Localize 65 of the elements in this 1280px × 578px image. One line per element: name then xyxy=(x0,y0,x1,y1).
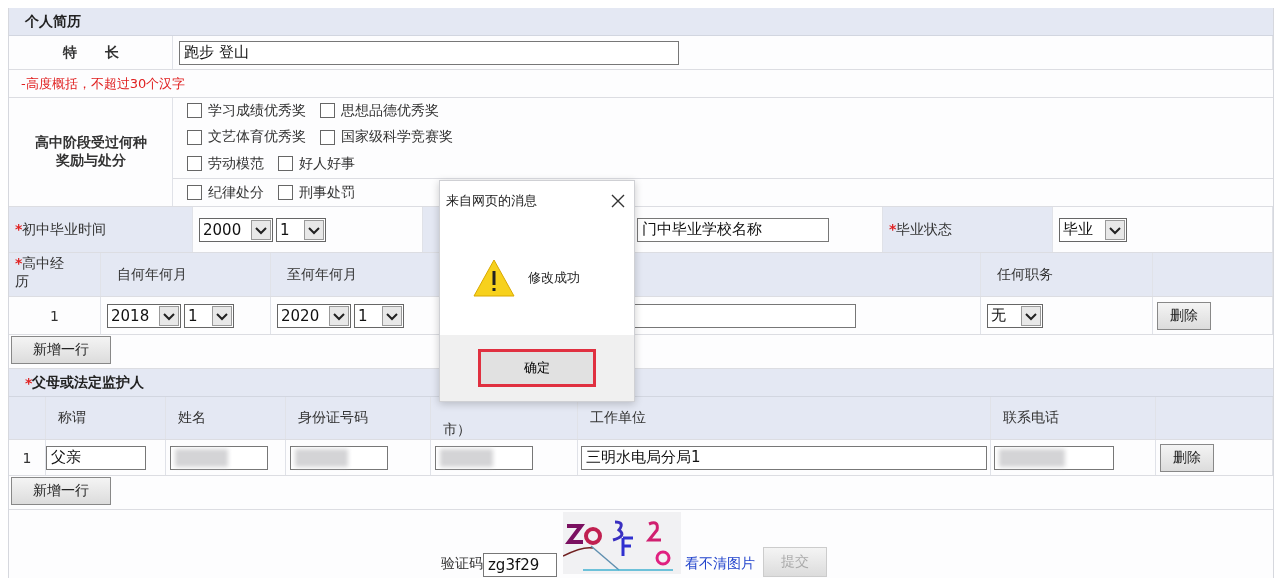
text-field[interactable] xyxy=(994,445,1114,470)
text-field[interactable]: zg3f29 xyxy=(483,553,557,577)
field-label: 验证码 xyxy=(441,555,483,573)
text-field[interactable]: 三明水电局分局1 xyxy=(581,445,987,470)
text-field[interactable]: 父亲 xyxy=(46,445,146,470)
blurred-value xyxy=(175,448,228,467)
chevron-down-icon xyxy=(1021,305,1041,326)
field-label: *高中经历 xyxy=(15,255,66,291)
close-icon[interactable] xyxy=(610,193,626,209)
text-field[interactable] xyxy=(290,445,388,470)
checkbox-option[interactable]: 好人好事 xyxy=(278,154,355,173)
chevron-down-icon xyxy=(212,305,232,326)
field-label: 特 长 xyxy=(62,43,119,62)
delete-button[interactable]: 删除 xyxy=(1160,443,1214,472)
month-select[interactable]: 1 xyxy=(354,303,404,328)
column-header: 市） xyxy=(443,421,471,439)
section-header: 个人简历 xyxy=(9,8,1273,36)
field-label: *毕业状态 xyxy=(889,220,953,239)
blurred-value xyxy=(440,448,493,467)
checkbox-option[interactable]: 纪律处分 xyxy=(187,183,264,202)
delete-button[interactable]: 删除 xyxy=(1157,301,1211,330)
field-label: *初中毕业时间 xyxy=(15,220,107,239)
ok-button[interactable]: 确定 xyxy=(478,349,596,387)
text-field[interactable] xyxy=(435,445,533,470)
chevron-down-icon xyxy=(159,305,179,326)
checkbox-option[interactable]: 学习成绩优秀奖 xyxy=(187,101,306,120)
position-select[interactable]: 无 xyxy=(987,303,1043,328)
text-field[interactable] xyxy=(170,445,268,470)
add-row-button[interactable]: 新增一行 xyxy=(11,477,111,505)
checkbox-option[interactable]: 国家级科学竞赛奖 xyxy=(320,128,453,147)
column-header: 称谓 xyxy=(58,409,86,427)
column-header: 身份证号码 xyxy=(298,409,368,427)
row-number: 1 xyxy=(22,449,32,466)
chevron-down-icon xyxy=(1105,219,1125,240)
dialog-title: 来自网页的消息 xyxy=(446,192,537,210)
chevron-down-icon xyxy=(382,305,402,326)
dialog-message: 修改成功 xyxy=(528,269,580,287)
blurred-value xyxy=(999,448,1065,467)
column-header: 任何职务 xyxy=(997,265,1053,284)
add-row-button[interactable]: 新增一行 xyxy=(11,336,111,364)
checkbox-option[interactable]: 思想品德优秀奖 xyxy=(320,101,439,120)
field-label: 高中阶段受过何种奖励与处分 xyxy=(33,134,148,170)
row-number: 1 xyxy=(50,307,59,324)
refresh-captcha-link[interactable]: 看不清图片 xyxy=(685,555,755,573)
checkbox-option[interactable]: 劳动模范 xyxy=(187,154,264,173)
column-header: 至何年何月 xyxy=(287,265,357,284)
status-select[interactable]: 毕业 xyxy=(1059,217,1127,242)
month-select[interactable]: 1 xyxy=(276,217,326,242)
column-header: 姓名 xyxy=(178,409,206,427)
warning-icon xyxy=(472,258,516,298)
column-header: 自何年何月 xyxy=(117,265,187,284)
year-select[interactable]: 2018 xyxy=(107,303,181,328)
column-header: 工作单位 xyxy=(590,409,646,427)
text-field[interactable]: 门中毕业学校名称 xyxy=(637,217,829,242)
text-field[interactable]: 跑步 登山 xyxy=(179,40,679,65)
month-select[interactable]: 1 xyxy=(184,303,234,328)
checkbox-option[interactable]: 刑事处罚 xyxy=(278,183,355,202)
chevron-down-icon xyxy=(251,219,271,240)
year-select[interactable]: 2000 xyxy=(199,217,273,242)
chevron-down-icon xyxy=(329,305,349,326)
blurred-value xyxy=(295,448,348,467)
year-select[interactable]: 2020 xyxy=(277,303,351,328)
column-header: 联系电话 xyxy=(1003,409,1059,427)
checkbox-option[interactable]: 文艺体育优秀奖 xyxy=(187,128,306,147)
chevron-down-icon xyxy=(304,219,324,240)
